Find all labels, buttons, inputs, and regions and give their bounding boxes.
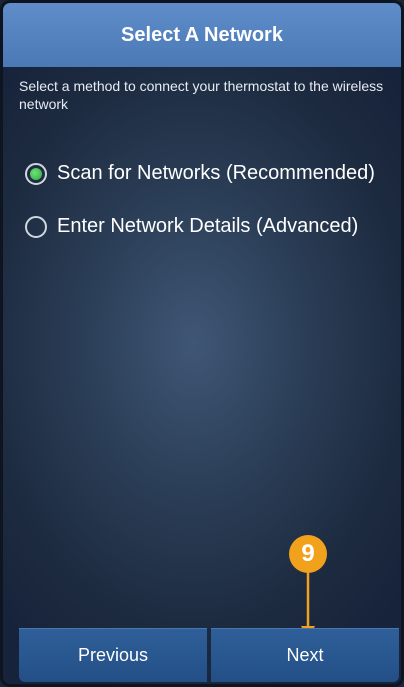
previous-button[interactable]: Previous: [19, 628, 207, 682]
page-title: Select A Network: [3, 3, 401, 67]
radio-selected-icon[interactable]: [25, 162, 47, 185]
option-label: Scan for Networks (Recommended): [57, 162, 375, 184]
step-marker: 9: [289, 535, 327, 573]
next-button[interactable]: Next: [211, 628, 399, 682]
option-scan-networks[interactable]: Scan for Networks (Recommended): [25, 162, 375, 185]
instructions-text: Select a method to connect your thermost…: [19, 78, 384, 112]
radio-unselected-icon[interactable]: [25, 215, 47, 238]
option-enter-details[interactable]: Enter Network Details (Advanced): [25, 215, 358, 238]
option-label: Enter Network Details (Advanced): [57, 215, 359, 237]
phone-screen: Select A Network Select a method to conn…: [0, 0, 404, 687]
radio-dot-icon: [30, 167, 42, 180]
